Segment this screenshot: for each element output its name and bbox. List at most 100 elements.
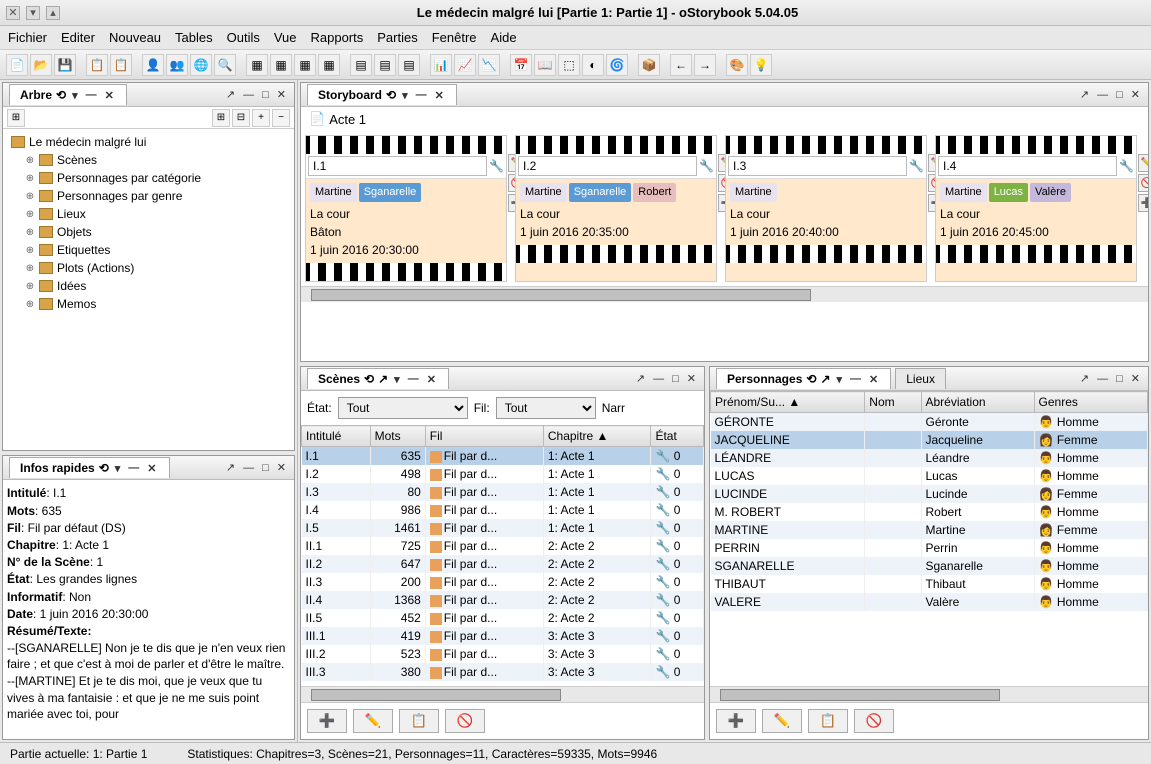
table-row[interactable]: III.3380Fil par d...3: Acte 3🔧 0	[302, 663, 704, 681]
tb-world-icon[interactable]: 🌐	[190, 54, 212, 76]
link-icon[interactable]: ↗	[820, 372, 830, 386]
refresh-icon[interactable]: ⟲	[56, 88, 66, 102]
tb-grid3-icon[interactable]: ▤	[398, 54, 420, 76]
storyboard-scene[interactable]: 🔧MartineSganarelleLa courBâton1 juin 201…	[305, 135, 507, 282]
panel-ext-icon[interactable]: ↗	[224, 88, 237, 101]
window-close-icon[interactable]: ✕	[6, 6, 20, 20]
menu-parties[interactable]: Parties	[377, 30, 417, 45]
refresh-icon[interactable]: ⟲	[806, 372, 816, 386]
copy-button[interactable]: 📋	[808, 709, 848, 733]
tb-grid1-icon[interactable]: ▤	[350, 54, 372, 76]
col-intitule[interactable]: Intitulé	[302, 426, 371, 447]
tb-search-icon[interactable]: 🔍	[214, 54, 236, 76]
col-genres[interactable]: Genres	[1034, 392, 1147, 413]
col-mots[interactable]: Mots	[370, 426, 425, 447]
table-row[interactable]: I.51461Fil par d...1: Acte 1🔧 0	[302, 519, 704, 537]
scene-id-input[interactable]	[518, 156, 697, 176]
menu-editer[interactable]: Editer	[61, 30, 95, 45]
tree-panel-tab[interactable]: Arbre ⟲ ▾ — ✕	[9, 84, 127, 105]
tb-misc2-icon[interactable]: ◐	[582, 54, 604, 76]
table-row[interactable]: JACQUELINEJacqueline👩 Femme	[711, 431, 1148, 449]
panel-max-icon[interactable]: □	[1114, 373, 1125, 385]
pers-table[interactable]: Prénom/Su... ▲ Nom Abréviation Genres GÉ…	[710, 391, 1148, 611]
panel-max-icon[interactable]: □	[260, 462, 271, 474]
table-row[interactable]: LÉANDRELéandre👨 Homme	[711, 449, 1148, 467]
table-row[interactable]: II.3200Fil par d...2: Acte 2🔧 0	[302, 573, 704, 591]
refresh-icon[interactable]: ⟲	[386, 88, 396, 102]
tree-item[interactable]: ⊕Personnages par catégorie	[25, 169, 290, 187]
tb-book-icon[interactable]: 📖	[534, 54, 556, 76]
tree-item[interactable]: ⊕Memos	[25, 295, 290, 313]
panel-ext-icon[interactable]: ↗	[1078, 88, 1091, 101]
table-row[interactable]: II.2647Fil par d...2: Acte 2🔧 0	[302, 555, 704, 573]
tree-plus-icon[interactable]: +	[252, 109, 270, 127]
window-minimize-icon[interactable]: ▾	[26, 6, 40, 20]
table-row[interactable]: I.1635Fil par d...1: Acte 1🔧 0	[302, 447, 704, 466]
tb-calendar-icon[interactable]: 📅	[510, 54, 532, 76]
fil-select[interactable]: Tout	[496, 397, 596, 419]
tree-expand-icon[interactable]: ⊞	[212, 109, 230, 127]
tree-item[interactable]: ⊕Scènes	[25, 151, 290, 169]
tb-back-icon[interactable]: ←	[670, 54, 692, 76]
tb-misc1-icon[interactable]: ⬚	[558, 54, 580, 76]
character-tag[interactable]: Sganarelle	[359, 183, 422, 202]
table-row[interactable]: THIBAUTThibaut👨 Homme	[711, 575, 1148, 593]
tb-save-icon[interactable]: 💾	[54, 54, 76, 76]
tree-collapse-icon[interactable]: ⊟	[232, 109, 250, 127]
delete-button[interactable]: 🚫	[854, 709, 894, 733]
tb-chart2-icon[interactable]: 📈	[454, 54, 476, 76]
character-tag[interactable]: Martine	[520, 183, 567, 202]
menu-aide[interactable]: Aide	[491, 30, 517, 45]
character-tag[interactable]: Sganarelle	[569, 183, 632, 202]
menu-fichier[interactable]: Fichier	[8, 30, 47, 45]
add-button[interactable]: ➕	[716, 709, 756, 733]
etat-select[interactable]: Tout	[338, 397, 468, 419]
panel-close-icon[interactable]: ✕	[1129, 372, 1142, 385]
col-etat[interactable]: État	[651, 426, 704, 447]
tb-doc2-icon[interactable]: 📋	[110, 54, 132, 76]
tb-table1-icon[interactable]: ▦	[246, 54, 268, 76]
tree-item[interactable]: ⊕Objets	[25, 223, 290, 241]
storyboard-scene[interactable]: 🔧MartineLa cour1 juin 2016 20:40:00✏️🚫➕	[725, 135, 927, 282]
tree-tb-icon[interactable]: ⊞	[7, 109, 25, 127]
wrench-icon[interactable]: 🔧	[489, 159, 504, 173]
panel-max-icon[interactable]: □	[670, 373, 681, 385]
panel-close-icon[interactable]: ✕	[685, 372, 698, 385]
tb-bulb-icon[interactable]: 💡	[750, 54, 772, 76]
tree-item[interactable]: ⊕Personnages par genre	[25, 187, 290, 205]
panel-min-icon[interactable]: —	[1095, 373, 1110, 385]
storyboard-scene[interactable]: 🔧MartineSganarelleRobertLa cour1 juin 20…	[515, 135, 717, 282]
menu-nouveau[interactable]: Nouveau	[109, 30, 161, 45]
table-row[interactable]: PERRINPerrin👨 Homme	[711, 539, 1148, 557]
table-row[interactable]: I.380Fil par d...1: Acte 1🔧 0	[302, 483, 704, 501]
tb-fwd-icon[interactable]: →	[694, 54, 716, 76]
scenes-tab[interactable]: Scènes ⟲↗ ▾ — ✕	[307, 368, 449, 389]
col-prenom[interactable]: Prénom/Su... ▲	[711, 392, 865, 413]
scene-id-input[interactable]	[728, 156, 907, 176]
refresh-icon[interactable]: ⟲	[364, 372, 374, 386]
panel-close-icon[interactable]: ✕	[1129, 88, 1142, 101]
tb-grid2-icon[interactable]: ▤	[374, 54, 396, 76]
character-tag[interactable]: Martine	[940, 183, 987, 202]
table-row[interactable]: MARTINEMartine👩 Femme	[711, 521, 1148, 539]
panel-ext-icon[interactable]: ↗	[224, 461, 237, 474]
table-row[interactable]: SGANARELLESganarelle👨 Homme	[711, 557, 1148, 575]
scenes-table[interactable]: Intitulé Mots Fil Chapitre ▲ État I.1635…	[301, 425, 704, 681]
tb-new-icon[interactable]: 📄	[6, 54, 28, 76]
menu-vue[interactable]: Vue	[274, 30, 297, 45]
wrench-icon[interactable]: 🔧	[909, 159, 924, 173]
tb-persons-icon[interactable]: 👥	[166, 54, 188, 76]
scene-id-input[interactable]	[308, 156, 487, 176]
pers-hscroll[interactable]	[710, 686, 1148, 702]
character-tag[interactable]: Lucas	[989, 183, 1028, 202]
table-row[interactable]: III.2523Fil par d...3: Acte 3🔧 0	[302, 645, 704, 663]
panel-ext-icon[interactable]: ↗	[1078, 372, 1091, 385]
table-row[interactable]: M. ROBERTRobert👨 Homme	[711, 503, 1148, 521]
tree-root[interactable]: Le médecin malgré lui	[29, 135, 146, 149]
wrench-icon[interactable]: 🔧	[1119, 159, 1134, 173]
table-row[interactable]: II.5452Fil par d...2: Acte 2🔧 0	[302, 609, 704, 627]
panel-close-icon[interactable]: ✕	[275, 461, 288, 474]
table-row[interactable]: II.1725Fil par d...2: Acte 2🔧 0	[302, 537, 704, 555]
tb-table4-icon[interactable]: ▦	[318, 54, 340, 76]
storyboard-scene[interactable]: 🔧MartineLucasValèreLa cour1 juin 2016 20…	[935, 135, 1137, 282]
